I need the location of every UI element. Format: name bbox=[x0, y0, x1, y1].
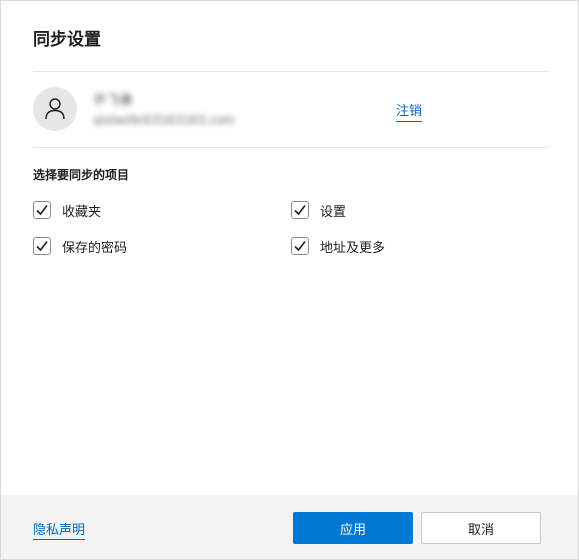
sync-section-label: 选择要同步的项目 bbox=[33, 168, 130, 182]
sync-settings-dialog: 同步设置 许飞谦 qiolaofei03163163.com 注销 选择要同步的… bbox=[0, 0, 579, 560]
checkmark-icon bbox=[36, 205, 48, 216]
sign-out-link[interactable]: 注销 bbox=[396, 100, 423, 122]
dialog-title: 同步设置 bbox=[33, 30, 101, 50]
avatar bbox=[33, 87, 77, 131]
divider-middle bbox=[33, 147, 549, 148]
account-email: qiolaofei03163163.com bbox=[93, 113, 235, 127]
addresses-label: 地址及更多 bbox=[320, 240, 386, 256]
settings-label: 设置 bbox=[320, 204, 347, 220]
cancel-button[interactable]: 取消 bbox=[421, 512, 541, 544]
account-name: 许飞谦 bbox=[93, 93, 133, 108]
checkmark-icon bbox=[36, 241, 48, 252]
favorites-label: 收藏夹 bbox=[62, 204, 102, 220]
apply-button[interactable]: 应用 bbox=[293, 512, 413, 544]
account-row: 许飞谦 qiolaofei03163163.com 注销 bbox=[33, 87, 549, 133]
addresses-checkbox[interactable] bbox=[291, 237, 309, 255]
checkmark-icon bbox=[294, 241, 306, 252]
sync-favorites-option[interactable]: 收藏夹 bbox=[33, 200, 101, 220]
dialog-footer: 隐私声明 应用 取消 bbox=[1, 495, 578, 559]
passwords-checkbox[interactable] bbox=[33, 237, 51, 255]
sync-addresses-option[interactable]: 地址及更多 bbox=[291, 236, 385, 256]
privacy-statement-link[interactable]: 隐私声明 bbox=[33, 519, 86, 540]
passwords-label: 保存的密码 bbox=[62, 240, 128, 256]
checkmark-icon bbox=[294, 205, 306, 216]
sync-passwords-option[interactable]: 保存的密码 bbox=[33, 236, 127, 256]
favorites-checkbox[interactable] bbox=[33, 201, 51, 219]
person-icon bbox=[45, 98, 65, 120]
divider-top bbox=[33, 71, 549, 72]
sync-settings-option[interactable]: 设置 bbox=[291, 200, 346, 220]
settings-checkbox[interactable] bbox=[291, 201, 309, 219]
